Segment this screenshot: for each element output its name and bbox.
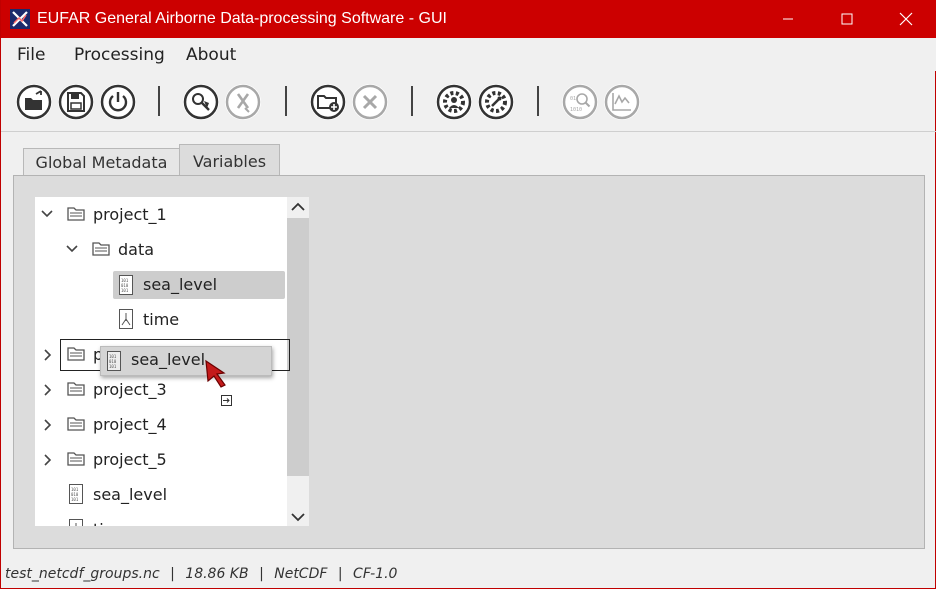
chevron-right-icon[interactable] (40, 453, 54, 467)
status-filename: test_netcdf_groups.nc (5, 566, 160, 582)
binary-file-icon: 101010101 (119, 275, 133, 295)
status-bar: test_netcdf_groups.nc | 18.86 KB | NetCD… (5, 566, 397, 582)
plot-icon (604, 84, 640, 120)
drag-ghost-item: 101 010 101 sea_level (100, 346, 272, 376)
toolbar-separator (537, 86, 539, 116)
tree-item-project-1[interactable]: project_1 (93, 201, 167, 229)
power-icon (100, 84, 136, 120)
folder-icon (67, 382, 85, 396)
save-file-button[interactable] (58, 84, 94, 120)
tree-item-project-3[interactable]: project_3 (93, 376, 167, 404)
data-inspect-icon: 01 1010 (562, 84, 598, 120)
binary-file-icon: 101010101 (107, 351, 121, 371)
window-title: EUFAR General Airborne Data-processing S… (37, 10, 447, 27)
scroll-down-icon[interactable] (289, 510, 307, 524)
search-tag-icon (183, 84, 219, 120)
status-file-size: 18.86 KB (185, 566, 249, 582)
time-variable-icon (69, 519, 83, 526)
user-settings-button[interactable] (436, 84, 472, 120)
minimize-icon (783, 18, 793, 20)
chevron-right-icon[interactable] (40, 383, 54, 397)
chevron-down-icon[interactable] (40, 207, 54, 221)
app-logo-icon (10, 9, 30, 29)
menu-file[interactable]: File (17, 45, 45, 65)
chevron-right-icon[interactable] (40, 348, 54, 362)
clear-search-icon (225, 84, 261, 120)
tab-variables[interactable]: Variables (179, 144, 280, 177)
data-inspect-button[interactable]: 01 1010 (562, 84, 598, 120)
clear-search-button[interactable] (225, 84, 261, 120)
close-button[interactable] (883, 0, 929, 38)
remove-button[interactable] (352, 84, 388, 120)
scrollbar-thumb[interactable] (287, 218, 309, 476)
scroll-up-icon[interactable] (289, 200, 307, 214)
folder-icon (92, 242, 110, 256)
svg-text:01: 01 (570, 96, 576, 102)
title-bar[interactable]: EUFAR General Airborne Data-processing S… (1, 0, 936, 38)
search-button[interactable] (183, 84, 219, 120)
time-variable-icon (119, 309, 133, 329)
chevron-right-icon[interactable] (40, 418, 54, 432)
add-folder-icon (310, 84, 346, 120)
open-file-icon (16, 84, 52, 120)
save-file-icon (58, 84, 94, 120)
status-separator: | (170, 566, 175, 582)
menu-about[interactable]: About (186, 45, 236, 65)
tree-item-time-root[interactable]: ti (93, 516, 104, 526)
exit-button[interactable] (100, 84, 136, 120)
tab-global-metadata[interactable]: Global Metadata (23, 148, 180, 176)
tree-item-time[interactable]: time (143, 306, 179, 334)
status-separator: | (259, 566, 264, 582)
tree-item-sea-level-root[interactable]: sea_level (93, 481, 167, 509)
svg-text:101: 101 (121, 288, 129, 293)
user-settings-icon (436, 84, 472, 120)
wrench-settings-button[interactable] (478, 84, 514, 120)
maximize-icon (841, 13, 853, 25)
plot-button[interactable] (604, 84, 640, 120)
binary-file-icon: 101010101 (69, 484, 83, 504)
maximize-button[interactable] (824, 0, 870, 38)
status-separator: | (337, 566, 343, 582)
tree-item-data[interactable]: data (118, 236, 154, 264)
tree-item-project-5[interactable]: project_5 (93, 446, 167, 474)
add-folder-button[interactable] (310, 84, 346, 120)
status-convention: CF-1.0 (353, 566, 398, 582)
chevron-down-icon[interactable] (65, 242, 79, 256)
menu-processing[interactable]: Processing (74, 45, 165, 65)
drag-ghost-label: sea_level (131, 350, 206, 369)
app-window: EUFAR General Airborne Data-processing S… (0, 0, 936, 589)
toolbar-divider (1, 131, 936, 132)
toolbar-separator (411, 86, 413, 116)
folder-icon (67, 452, 85, 466)
status-format: NetCDF (274, 566, 328, 582)
move-indicator-icon (221, 395, 232, 406)
svg-text:1010: 1010 (570, 107, 582, 113)
open-file-button[interactable] (16, 84, 52, 120)
folder-icon (67, 417, 85, 431)
tree-item-sea-level-selected[interactable]: sea_level (143, 271, 217, 299)
minimize-button[interactable] (765, 0, 811, 38)
svg-text:101: 101 (109, 364, 117, 369)
folder-icon (67, 207, 85, 221)
wrench-settings-icon (478, 84, 514, 120)
remove-icon (352, 84, 388, 120)
svg-text:101: 101 (71, 497, 79, 502)
drag-cursor-icon (205, 359, 226, 388)
close-icon (899, 12, 913, 26)
toolbar-separator (285, 86, 287, 116)
tree-item-project-4[interactable]: project_4 (93, 411, 167, 439)
toolbar-separator (158, 86, 160, 116)
